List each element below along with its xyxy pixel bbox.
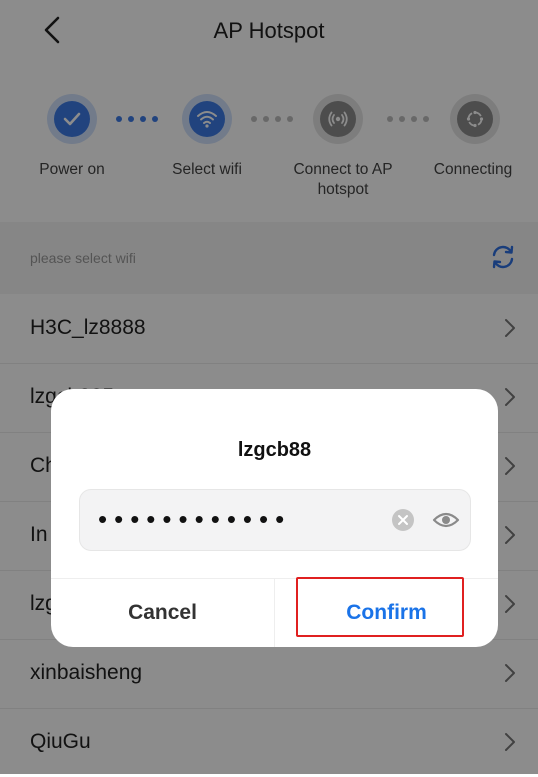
cancel-button[interactable]: Cancel <box>51 579 274 647</box>
toggle-visibility-button[interactable] <box>432 508 460 532</box>
clear-button[interactable] <box>391 508 415 532</box>
password-mask: •••••••••••• <box>98 504 292 534</box>
eye-icon <box>432 512 460 528</box>
password-input[interactable]: •••••••••••• <box>79 489 471 551</box>
confirm-button[interactable]: Confirm <box>275 579 498 647</box>
clear-icon <box>392 509 414 531</box>
modal-overlay[interactable] <box>0 0 538 774</box>
dialog-title: lzgcb88 <box>237 439 312 461</box>
password-dialog: lzgcb88 •••••••••••• Cancel Confirm <box>51 389 498 647</box>
